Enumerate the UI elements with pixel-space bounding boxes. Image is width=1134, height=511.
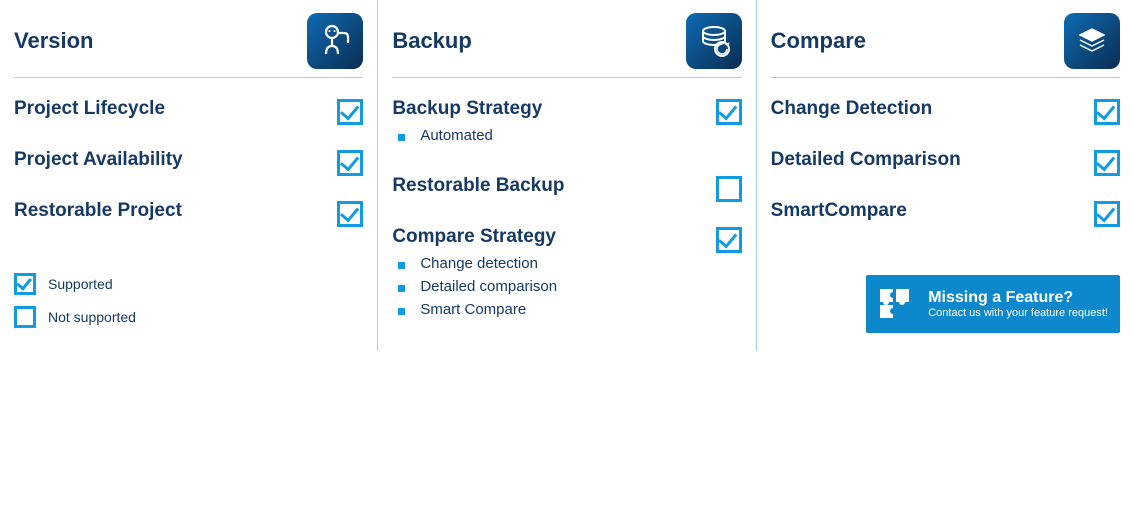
cta-subtitle: Contact us with your feature request! [928,307,1108,319]
column-title: Compare [771,28,866,54]
column-title: Version [14,28,93,54]
check-icon [337,201,363,227]
feature-row: Project Lifecycle [14,78,363,129]
check-icon [337,99,363,125]
feature-row: Project Availability [14,129,363,180]
sublist-item: Automated [394,124,715,147]
feature-label: Detailed Comparison [771,149,1094,171]
feature-sublist: Automated [394,124,715,147]
feature-label: Change Detection [771,98,1094,120]
feature-label: Project Availability [14,149,337,171]
sublist-item: Detailed comparison [394,275,715,298]
feature-label: Project Lifecycle [14,98,337,120]
column-compare: Compare Change Detection Detailed Compar… [756,0,1134,351]
compare-icon [1064,13,1120,69]
check-icon [337,150,363,176]
legend-supported: Supported [14,267,363,300]
feature-label: SmartCompare [771,200,1094,222]
check-icon [1094,150,1120,176]
missing-feature-cta[interactable]: Missing a Feature? Contact us with your … [866,275,1120,333]
cta-text: Missing a Feature? Contact us with your … [928,289,1108,319]
sublist-item: Change detection [394,252,715,275]
column-version: Version Project Lifecycle Project Availa… [0,0,377,351]
check-icon [716,99,742,125]
legend-not-supported: Not supported [14,300,363,333]
puzzle-icon [872,281,918,327]
legend: Supported Not supported [14,267,363,333]
column-header: Backup [392,4,741,78]
feature-label: Restorable Project [14,200,337,222]
cta-title: Missing a Feature? [928,289,1108,307]
column-backup: Backup Backup Strategy Automated Restora… [377,0,755,351]
comparison-grid: Version Project Lifecycle Project Availa… [0,0,1134,351]
legend-label: Not supported [48,309,136,325]
feature-label: Restorable Backup [392,175,715,197]
feature-row: Restorable Backup [392,155,741,206]
feature-row: Backup Strategy Automated [392,78,741,155]
backup-icon [686,13,742,69]
version-icon [307,13,363,69]
feature-row: Change Detection [771,78,1120,129]
feature-row: SmartCompare [771,180,1120,231]
feature-label: Compare Strategy [392,226,715,248]
sublist-item: Smart Compare [394,298,715,321]
column-title: Backup [392,28,471,54]
feature-row: Restorable Project [14,180,363,231]
feature-sublist: Change detection Detailed comparison Sma… [394,252,715,321]
check-icon [1094,99,1120,125]
check-icon [716,227,742,253]
column-header: Compare [771,4,1120,78]
empty-check-icon [14,306,36,328]
check-icon [14,273,36,295]
empty-check-icon [716,176,742,202]
legend-label: Supported [48,276,113,292]
column-header: Version [14,4,363,78]
feature-label: Backup Strategy [392,98,715,120]
check-icon [1094,201,1120,227]
feature-row: Detailed Comparison [771,129,1120,180]
feature-row: Compare Strategy Change detection Detail… [392,206,741,329]
